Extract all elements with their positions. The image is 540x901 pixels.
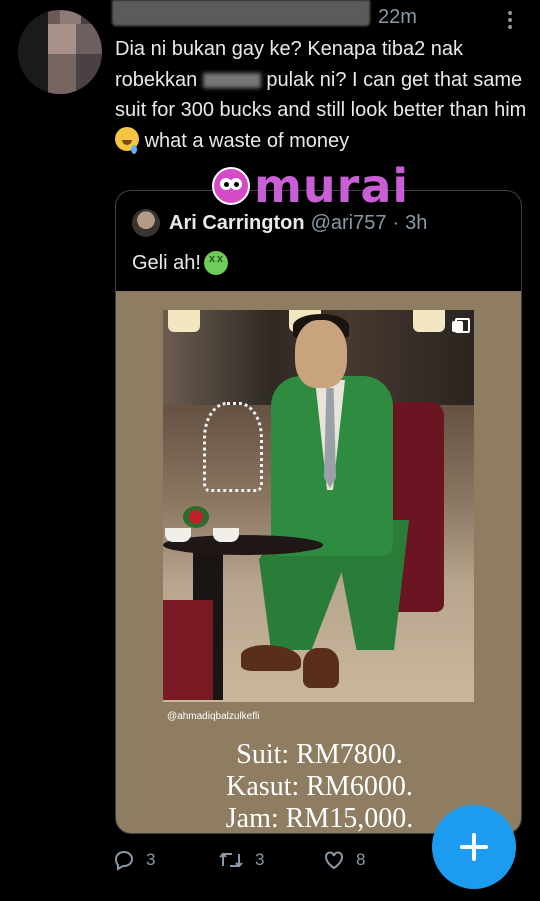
- tweet-time: 22m: [378, 6, 417, 28]
- tweet-text-part3: what a waste of money: [144, 129, 350, 152]
- owl-icon: [212, 167, 250, 205]
- quoted-tweet-header: Ari Carrington @ari757 · 3h: [132, 209, 427, 237]
- separator-dot: ·: [392, 211, 400, 234]
- reply-icon: [114, 850, 134, 871]
- nauseated-face-emoji: [203, 251, 228, 275]
- watermark-text: murai: [254, 159, 410, 213]
- quoted-tweet-text: Geli ah!: [132, 251, 228, 275]
- quoted-tweet-card[interactable]: Ari Carrington @ari757 · 3h Geli ah! x x…: [115, 190, 522, 834]
- reply-button[interactable]: 3: [112, 848, 217, 872]
- quoted-text: Geli ah!: [132, 251, 201, 274]
- price-suit: Suit: RM7800.: [236, 739, 403, 770]
- retweet-button[interactable]: 3: [217, 848, 322, 872]
- photo-credit: @ahmadiqbalzulkefli: [167, 711, 260, 722]
- compose-button[interactable]: [432, 805, 516, 889]
- like-count: 8: [356, 850, 366, 869]
- quoted-author-name[interactable]: Ari Carrington: [169, 212, 305, 235]
- reply-count: 3: [146, 850, 156, 869]
- like-button[interactable]: 8: [322, 848, 427, 872]
- retweet-count: 3: [255, 850, 265, 869]
- quoted-author-avatar[interactable]: [132, 209, 160, 237]
- quoted-author-handle[interactable]: @ari757: [311, 212, 387, 235]
- author-avatar[interactable]: [18, 10, 102, 94]
- tweet-text: Dia ni bukan gay ke? Kenapa tiba2 nak ro…: [115, 34, 530, 156]
- more-icon[interactable]: [502, 6, 518, 34]
- quoted-tweet-time: 3h: [405, 211, 428, 234]
- copy-icon: [452, 318, 470, 333]
- price-shoes: Kasut: RM6000.: [226, 771, 413, 802]
- like-icon: [325, 851, 343, 870]
- retweet-icon: [219, 852, 243, 868]
- suit-photo[interactable]: [163, 310, 474, 702]
- watermark-logo: murai: [212, 159, 410, 213]
- tear-smile-emoji: [115, 126, 139, 154]
- blurred-author-name: [112, 0, 370, 26]
- tweet-actions: 3 3 8: [112, 848, 427, 872]
- censored-word: [202, 72, 261, 88]
- quoted-media[interactable]: @ahmadiqbalzulkefli Suit: RM7800. Kasut:…: [116, 291, 521, 833]
